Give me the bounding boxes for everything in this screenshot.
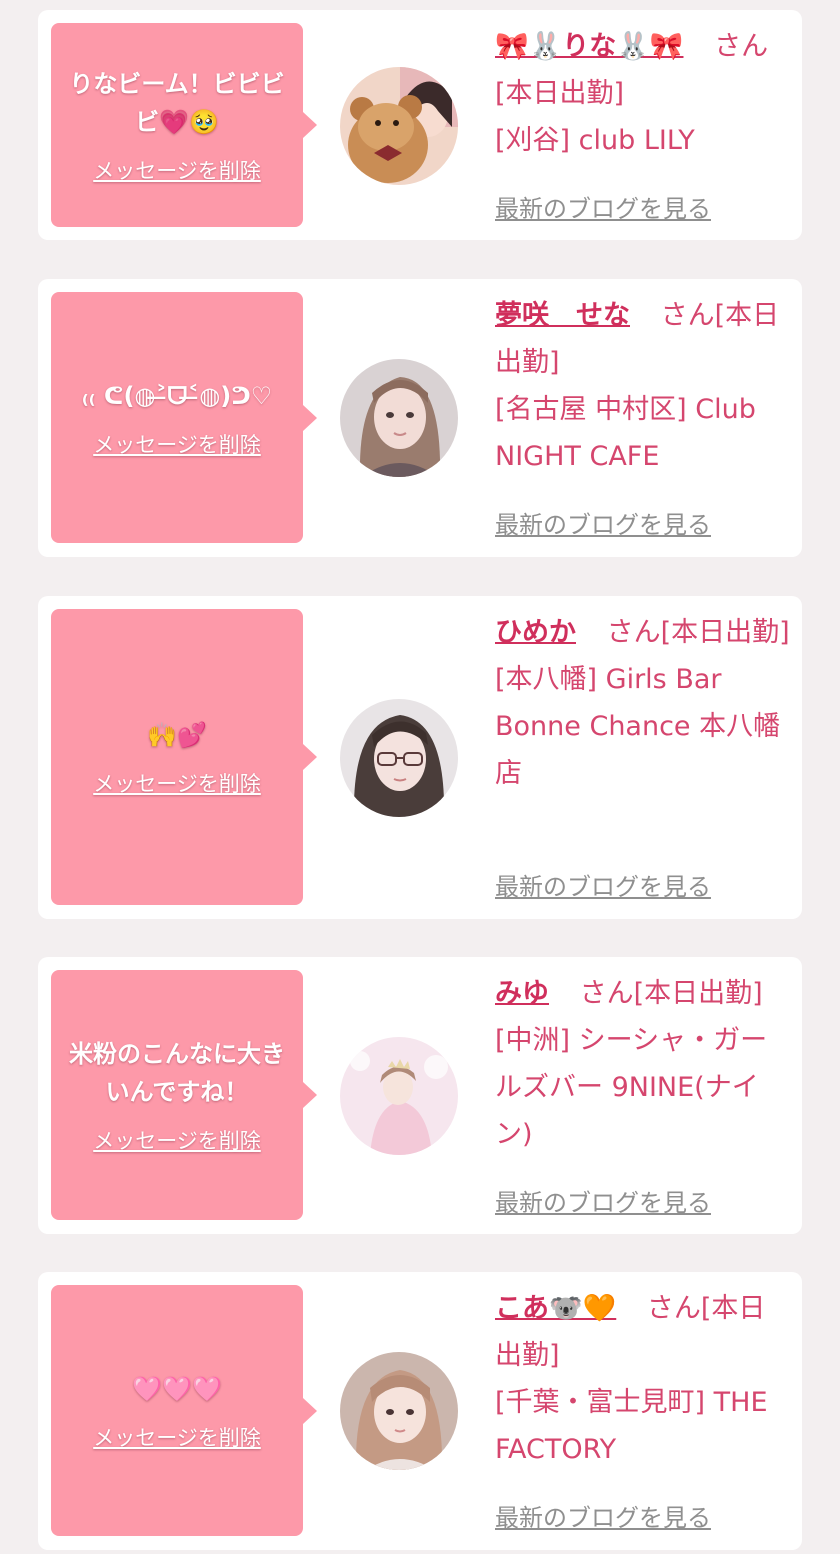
latest-blog-link[interactable]: 最新のブログを見る	[495, 867, 711, 902]
message-bubble: 🩷🩷🩷 メッセージを削除	[51, 1285, 317, 1536]
shop-name: [名古屋 中村区] Club NIGHT CAFE	[495, 394, 756, 472]
avatar[interactable]	[340, 67, 458, 185]
message-card: 🙌💕 メッセージを削除 ひめか さん[本日出勤] [本八幡] Girls Bar…	[38, 596, 802, 919]
message-bubble: 米粉のこんなに大きいんですね！ メッセージを削除	[51, 970, 317, 1220]
latest-blog-link[interactable]: 最新のブログを見る	[495, 1498, 711, 1533]
message-text: 🙌💕	[147, 721, 207, 749]
cast-name-link[interactable]: みゆ	[495, 978, 549, 1009]
avatar[interactable]	[340, 699, 458, 817]
latest-blog-link[interactable]: 最新のブログを見る	[495, 505, 711, 540]
cast-info: こあ🐨🧡 さん[本日出勤] [千葉・富士見町] THE FACTORY	[495, 1285, 790, 1473]
avatar[interactable]	[340, 359, 458, 477]
cast-name-link[interactable]: こあ🐨🧡	[495, 1293, 616, 1324]
message-text: 🩷🩷🩷	[132, 1374, 222, 1403]
message-card: ₍₍ ᕦ(◍˃̶ᗜ˂̶◍)ᕤ♡ メッセージを削除 夢咲 せな さん[本日出勤] …	[38, 279, 802, 557]
delete-message-link[interactable]: メッセージを削除	[93, 1125, 261, 1155]
message-bubble: りなビーム！ビビビビ💗🥹 メッセージを削除	[51, 23, 317, 227]
message-text: 米粉のこんなに大きいんですね！	[69, 1040, 285, 1106]
message-text: ₍₍ ᕦ(◍˃̶ᗜ˂̶◍)ᕤ♡	[81, 381, 273, 410]
shop-name: [刈谷] club LILY	[495, 125, 695, 156]
cast-info: 夢咲 せな さん[本日出勤] [名古屋 中村区] Club NIGHT CAFE	[495, 292, 790, 480]
message-card: 米粉のこんなに大きいんですね！ メッセージを削除 みゆ さん[本日出勤] [中洲…	[38, 957, 802, 1234]
cast-name-link[interactable]: 夢咲 せな	[495, 300, 630, 331]
avatar[interactable]	[340, 1352, 458, 1470]
cast-info: 🎀🐰りな🐰🎀 さん[本日出勤] [刈谷] club LILY	[495, 23, 790, 164]
shop-name: [本八幡] Girls Bar Bonne Chance 本八幡店	[495, 664, 781, 789]
message-text: りなビーム！ビビビビ💗🥹	[69, 70, 285, 136]
delete-message-link[interactable]: メッセージを削除	[93, 155, 261, 185]
message-bubble: ₍₍ ᕦ(◍˃̶ᗜ˂̶◍)ᕤ♡ メッセージを削除	[51, 292, 317, 543]
delete-message-link[interactable]: メッセージを削除	[93, 429, 261, 459]
shop-name: [中洲] シーシャ・ガールズバー 9NINE(ナイン)	[495, 1025, 768, 1150]
cast-status: さん[本日出勤]	[579, 978, 763, 1009]
cast-name-link[interactable]: ひめか	[495, 617, 576, 648]
avatar[interactable]	[340, 1037, 458, 1155]
message-bubble: 🙌💕 メッセージを削除	[51, 609, 317, 905]
latest-blog-link[interactable]: 最新のブログを見る	[495, 1183, 711, 1218]
cast-name-link[interactable]: 🎀🐰りな🐰🎀	[495, 31, 683, 62]
shop-name: [千葉・富士見町] THE FACTORY	[495, 1387, 768, 1465]
cast-info: みゆ さん[本日出勤] [中洲] シーシャ・ガールズバー 9NINE(ナイン)	[495, 970, 790, 1158]
delete-message-link[interactable]: メッセージを削除	[93, 768, 261, 798]
cast-info: ひめか さん[本日出勤] [本八幡] Girls Bar Bonne Chanc…	[495, 609, 790, 797]
cast-status: さん[本日出勤]	[606, 617, 790, 648]
latest-blog-link[interactable]: 最新のブログを見る	[495, 189, 711, 224]
delete-message-link[interactable]: メッセージを削除	[93, 1422, 261, 1452]
message-card: 🩷🩷🩷 メッセージを削除 こあ🐨🧡 さん[本日出勤] [千葉・富士見町] THE…	[38, 1272, 802, 1550]
message-card: りなビーム！ビビビビ💗🥹 メッセージを削除 🎀🐰りな🐰🎀 さん[本日出勤] [刈…	[38, 10, 802, 240]
